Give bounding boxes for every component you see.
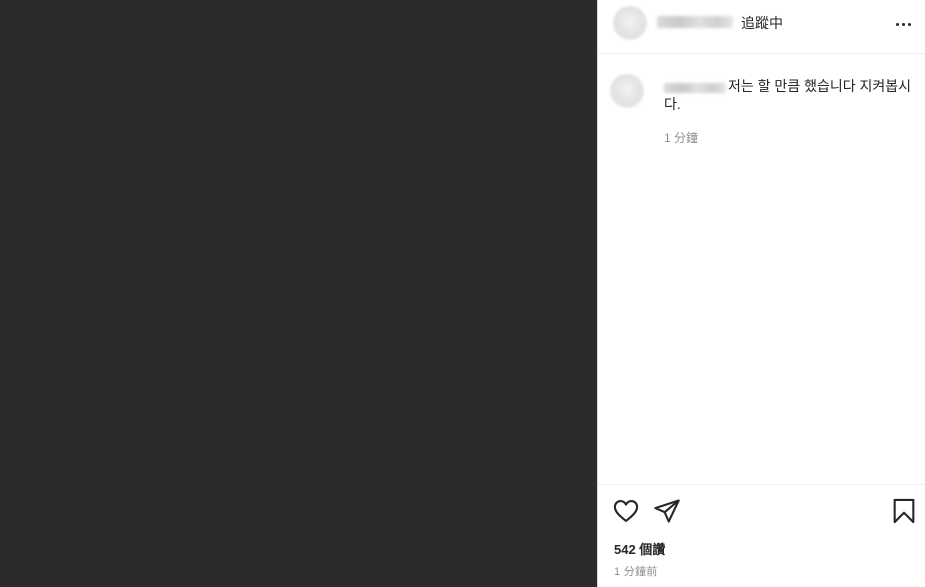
post-actions: 542 個讚 1 分鐘前	[598, 484, 925, 587]
likes-count[interactable]: 542 個讚	[614, 539, 665, 558]
send-icon[interactable]	[653, 497, 681, 525]
bookmark-icon[interactable]	[890, 497, 918, 525]
author-username-blurred[interactable]	[657, 16, 733, 28]
post-media[interactable]	[0, 0, 597, 587]
post-header: 追蹤中	[598, 0, 925, 54]
commenter-avatar[interactable]	[610, 74, 644, 108]
follow-status[interactable]: 追蹤中	[741, 13, 783, 33]
heart-icon[interactable]	[612, 497, 640, 525]
author-avatar[interactable]	[613, 6, 647, 40]
post-timestamp[interactable]: 1 分鐘前	[614, 563, 658, 579]
comment-timestamp[interactable]: 1 分鐘	[664, 129, 698, 146]
more-options-icon[interactable]	[893, 14, 913, 34]
comment-text: 저는 할 만큼 했습니다 지켜봅시다.	[664, 78, 911, 112]
post-side-panel: 追蹤中 저는 할 만큼 했습니다 지켜봅시다. 1 分鐘 542 個讚 1 分鐘…	[597, 0, 925, 587]
